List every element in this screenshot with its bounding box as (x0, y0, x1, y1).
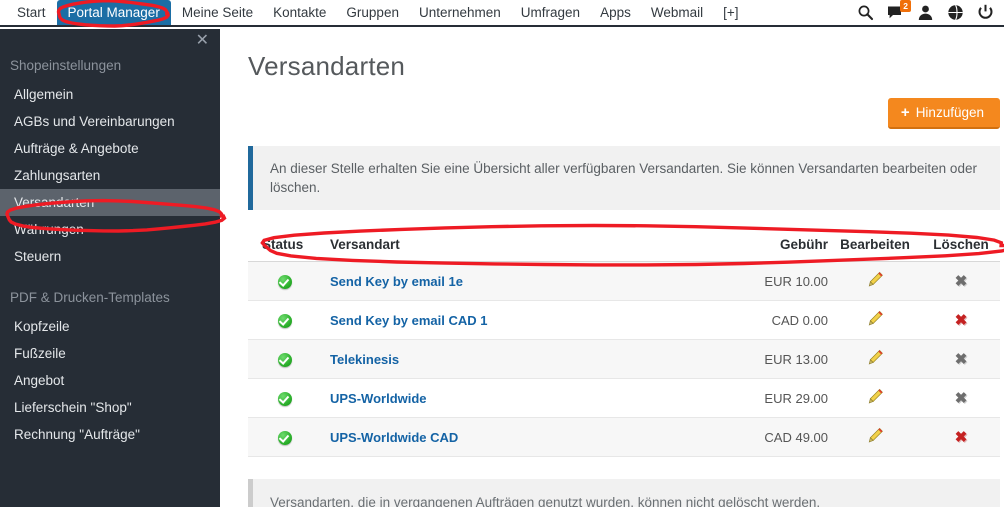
delete-cell: ✖ (922, 417, 1000, 457)
shipping-method-name-cell: UPS-Worldwide CAD (322, 417, 708, 457)
page-title: Versandarten (248, 51, 406, 81)
column-header-name: Versandart (322, 229, 708, 262)
shipping-method-link[interactable]: Telekinesis (322, 352, 399, 367)
table-body: Send Key by email 1e EUR 10.00 ✖ Send Key b… (248, 261, 1000, 457)
sidebar-item-kopfzeile[interactable]: Kopfzeile (0, 313, 220, 340)
delete-cell: ✖ (922, 339, 1000, 379)
nav-item-gruppen[interactable]: Gruppen (337, 1, 408, 24)
sidebar-item-agbs-und-vereinbarungen[interactable]: AGBs und Vereinbarungen (0, 108, 220, 135)
table-header: Status Versandart Gebühr Bearbeiten Lösc… (248, 229, 1000, 262)
nav-item-unternehmen[interactable]: Unternehmen (410, 1, 510, 24)
status-active-icon (248, 417, 322, 457)
edit-cell (828, 417, 922, 457)
shipping-method-name-cell: UPS-Worldwide (322, 378, 708, 418)
delete-cell: ✖ (922, 300, 1000, 340)
add-button-label: Hinzufügen (915, 105, 984, 120)
sidebar-group-title: PDF & Drucken-Templates (10, 290, 170, 305)
nav-item-webmail[interactable]: Webmail (642, 1, 712, 24)
shipping-fee-cell: CAD 0.00 (708, 300, 828, 340)
nav-item-portal-manager[interactable]: Portal Manager (56, 0, 171, 25)
shipping-method-name-cell: Send Key by email 1e (322, 261, 708, 301)
edit-cell (828, 339, 922, 379)
edit-cell (828, 300, 922, 340)
sidebar-item-steuern[interactable]: Steuern (0, 243, 220, 270)
edit-cell (828, 378, 922, 418)
sidebar-item-angebot[interactable]: Angebot (0, 367, 220, 394)
x-icon[interactable]: ✖ (955, 391, 968, 406)
table-row: UPS-Worldwide EUR 29.00 ✖ (248, 378, 1000, 418)
nav-item-meine-seite[interactable]: Meine Seite (173, 1, 262, 24)
sidebar-item-zahlungsarten[interactable]: Zahlungsarten (0, 162, 220, 189)
plus-icon: + (900, 104, 910, 121)
sidebar-item-auftr-ge-angebote[interactable]: Aufträge & Angebote (0, 135, 220, 162)
status-active-icon (248, 378, 322, 418)
delete-cell: ✖ (922, 378, 1000, 418)
pencil-icon[interactable] (867, 310, 884, 330)
sidebar-menu: Shopeinstellungen Allgemein AGBs und Verei… (0, 29, 220, 448)
nav-icon-group: 2 (857, 0, 1004, 21)
pencil-icon[interactable] (867, 271, 884, 291)
table-row: Send Key by email 1e EUR 10.00 ✖ (248, 261, 1000, 301)
x-icon[interactable]: ✖ (955, 274, 968, 289)
x-icon[interactable]: ✖ (955, 352, 968, 367)
power-icon[interactable] (977, 4, 994, 21)
nav-item-start[interactable]: Start (8, 1, 55, 24)
top-navigation-bar: Start Portal Manager Meine Seite Kontakte Gr… (0, 0, 1004, 27)
table-row: UPS-Worldwide CAD CAD 49.00 ✖ (248, 417, 1000, 457)
nav-item-kontakte[interactable]: Kontakte (264, 1, 335, 24)
shipping-method-name-cell: Telekinesis (322, 339, 708, 379)
nav-item-[interactable]: [+] (714, 1, 747, 24)
main-content-area: Versandarten + Hinzufügen An dieser Stel… (220, 29, 1004, 507)
sidebar-item-w-hrungen[interactable]: Währungen (0, 216, 220, 243)
shipping-method-link[interactable]: UPS-Worldwide (322, 391, 427, 406)
add-shipping-method-button[interactable]: + Hinzufügen (887, 98, 1000, 129)
nav-item-apps[interactable]: Apps (591, 1, 640, 24)
status-active-icon (248, 261, 322, 301)
shipping-method-link[interactable]: Send Key by email 1e (322, 274, 463, 289)
delete-cell: ✖ (922, 261, 1000, 301)
column-header-fee: Gebühr (708, 229, 828, 262)
column-header-edit: Bearbeiten (828, 229, 922, 262)
shipping-method-name-cell: Send Key by email CAD 1 (322, 300, 708, 340)
shipping-method-link[interactable]: UPS-Worldwide CAD (322, 430, 458, 445)
column-header-delete: Löschen (922, 229, 1000, 262)
sidebar-group-title: Shopeinstellungen (10, 58, 122, 73)
globe-icon[interactable] (947, 4, 964, 21)
shipping-fee-cell: CAD 49.00 (708, 417, 828, 457)
x-icon[interactable]: ✖ (955, 313, 968, 328)
sidebar-item-allgemein[interactable]: Allgemein (0, 81, 220, 108)
add-button-bar: + Hinzufügen (220, 82, 1004, 129)
sidebar-item-versandarten[interactable]: Versandarten (0, 189, 220, 216)
sidebar-item-lieferschein-shop[interactable]: Lieferschein "Shop" (0, 394, 220, 421)
info-message-box: An dieser Stelle erhalten Sie eine Übers… (248, 146, 1000, 210)
table-header-row: Status Versandart Gebühr Bearbeiten Lösc… (248, 229, 1000, 262)
shipping-fee-cell: EUR 29.00 (708, 378, 828, 418)
column-header-status: Status (248, 229, 322, 262)
nav-item-umfragen[interactable]: Umfragen (512, 1, 589, 24)
status-active-icon (248, 339, 322, 379)
shipping-fee-cell: EUR 13.00 (708, 339, 828, 379)
x-icon[interactable]: ✖ (955, 430, 968, 445)
edit-cell (828, 261, 922, 301)
table-row: Telekinesis EUR 13.00 ✖ (248, 339, 1000, 379)
pencil-icon[interactable] (867, 349, 884, 369)
sidebar-item-fu-zeile[interactable]: Fußzeile (0, 340, 220, 367)
pencil-icon[interactable] (867, 427, 884, 447)
shop-settings-sidebar: ✕ Shopeinstellungen Allgemein AGBs und Ver… (0, 29, 220, 507)
messages-badge: 2 (900, 0, 911, 12)
messages-icon[interactable]: 2 (887, 0, 911, 21)
shipping-method-link[interactable]: Send Key by email CAD 1 (322, 313, 488, 328)
sidebar-item-rechnung-auftr-ge[interactable]: Rechnung "Aufträge" (0, 421, 220, 448)
footnote-message-box: Versandarten, die in vergangenen Aufträg… (248, 479, 1000, 507)
main-nav-items: Start Portal Manager Meine Seite Kontakte Gr… (0, 0, 750, 25)
table-row: Send Key by email CAD 1 CAD 0.00 ✖ (248, 300, 1000, 340)
search-icon[interactable] (857, 4, 874, 21)
status-active-icon (248, 300, 322, 340)
shipping-methods-table: Status Versandart Gebühr Bearbeiten Lösc… (248, 229, 1000, 457)
user-icon[interactable] (917, 4, 934, 21)
pencil-icon[interactable] (867, 388, 884, 408)
close-icon[interactable]: ✕ (196, 33, 209, 49)
shipping-fee-cell: EUR 10.00 (708, 261, 828, 301)
